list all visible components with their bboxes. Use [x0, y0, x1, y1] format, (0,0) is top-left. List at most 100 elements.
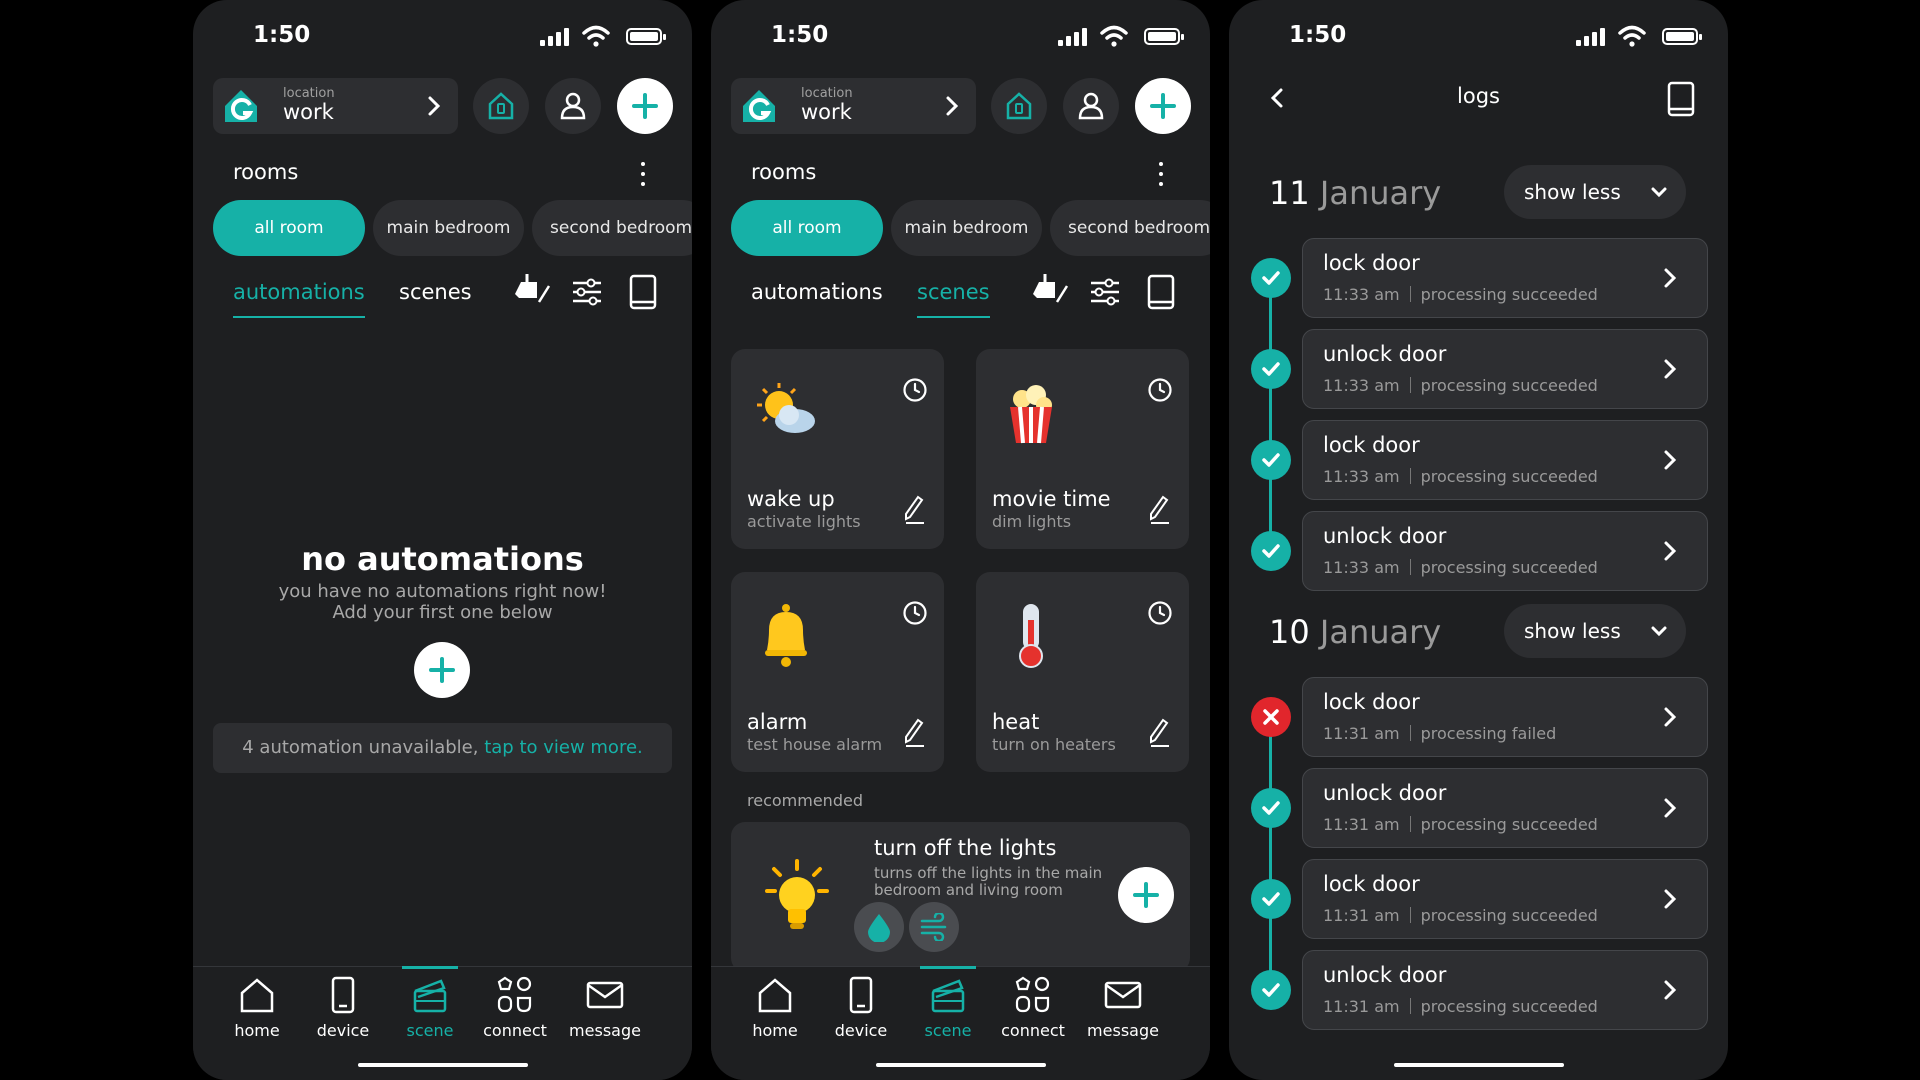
cellular-signal-icon [1058, 28, 1088, 46]
log-entry[interactable]: lock door 11:33 am processing succeeded [1302, 238, 1708, 318]
chip-second-bedroom[interactable]: second bedroom [1050, 200, 1210, 256]
log-meta: 11:33 am processing succeeded [1323, 558, 1598, 577]
edit-pen-icon[interactable] [1147, 718, 1171, 748]
nav-home[interactable]: home [730, 975, 820, 1040]
nav-message[interactable]: message [1078, 975, 1168, 1040]
page-title: logs [1457, 84, 1500, 108]
paint-brush-icon[interactable] [1029, 272, 1069, 312]
tab-automations[interactable]: automations [751, 280, 883, 304]
home-shield-button[interactable] [991, 78, 1047, 134]
more-options-icon[interactable] [639, 162, 647, 188]
cellular-signal-icon [540, 28, 570, 46]
chip-main-bedroom[interactable]: main bedroom [891, 200, 1042, 256]
edit-pen-icon[interactable] [902, 495, 926, 525]
user-profile-button[interactable] [1063, 78, 1119, 134]
edit-pen-icon[interactable] [902, 718, 926, 748]
log-entry[interactable]: unlock door 11:31 am processing succeeded [1302, 768, 1708, 848]
nav-device[interactable]: device [298, 975, 388, 1040]
add-button[interactable] [617, 78, 673, 134]
book-icon[interactable] [623, 272, 663, 312]
book-icon[interactable] [1141, 272, 1181, 312]
tab-automations[interactable]: automations [233, 280, 365, 318]
log-time: 11:31 am [1323, 815, 1400, 834]
wind-icon [920, 913, 947, 941]
log-entry[interactable]: lock door 11:33 am processing succeeded [1302, 420, 1708, 500]
tab-scenes[interactable]: scenes [399, 280, 472, 304]
home-shield-icon [1006, 92, 1032, 120]
log-entry[interactable]: unlock door 11:33 am processing succeeded [1302, 329, 1708, 409]
nav-home[interactable]: home [212, 975, 302, 1040]
nav-home-label: home [234, 1021, 280, 1040]
chip-second-bedroom[interactable]: second bedroom [532, 200, 692, 256]
scene-card-heat[interactable]: heat turn on heaters [976, 572, 1189, 772]
log-entry[interactable]: unlock door 11:31 am processing succeeded [1302, 950, 1708, 1030]
recommended-card[interactable]: turn off the lights turns off the lights… [731, 822, 1190, 972]
sliders-icon[interactable] [567, 272, 607, 312]
nav-device[interactable]: device [816, 975, 906, 1040]
scene-title: alarm [747, 710, 808, 734]
location-selector[interactable]: location work [731, 78, 976, 134]
sun-cloud-icon [757, 383, 815, 433]
log-meta: 11:31 am processing failed [1323, 724, 1556, 743]
log-time: 11:31 am [1323, 724, 1400, 743]
meta-divider [1409, 559, 1411, 575]
scene-card-movie-time[interactable]: movie time dim lights [976, 349, 1189, 549]
date-month: January [1319, 174, 1442, 212]
log-entry[interactable]: lock door 11:31 am processing succeeded [1302, 859, 1708, 939]
clock-icon[interactable] [902, 600, 928, 626]
book-icon[interactable] [1664, 80, 1698, 118]
tab-scenes[interactable]: scenes [917, 280, 990, 318]
view-more-link[interactable]: tap to view more. [484, 737, 643, 758]
nav-message-label: message [569, 1021, 641, 1040]
add-recommended-button[interactable] [1118, 867, 1174, 923]
success-check-icon [1251, 531, 1291, 571]
log-status: processing succeeded [1420, 467, 1598, 486]
scene-card-wake-up[interactable]: wake up activate lights [731, 349, 944, 549]
scene-card-alarm[interactable]: alarm test house alarm [731, 572, 944, 772]
edit-pen-icon[interactable] [1147, 495, 1171, 525]
chip-all-room[interactable]: all room [213, 200, 365, 256]
status-time: 1:50 [1289, 22, 1347, 48]
clock-icon[interactable] [1147, 377, 1173, 403]
user-profile-button[interactable] [545, 78, 601, 134]
nav-scene[interactable]: scene [385, 966, 475, 1040]
chevron-right-icon [1664, 707, 1677, 727]
date-day: 11 [1269, 174, 1310, 212]
nav-connect[interactable]: connect [470, 975, 560, 1040]
show-less-button[interactable]: show less [1504, 165, 1686, 219]
automation-device-chip [909, 902, 959, 952]
location-selector[interactable]: location work [213, 78, 458, 134]
sliders-icon[interactable] [1085, 272, 1125, 312]
paint-brush-icon[interactable] [511, 272, 551, 312]
show-less-button[interactable]: show less [1504, 604, 1686, 658]
plus-icon [429, 657, 455, 683]
nav-device-label: device [834, 1021, 888, 1040]
nav-connect[interactable]: connect [988, 975, 1078, 1040]
user-icon [560, 92, 586, 120]
log-status: processing failed [1420, 724, 1557, 743]
unavailable-notice: 4 automation unavailable, tap to view mo… [213, 723, 672, 773]
home-indicator [358, 1063, 528, 1067]
scene-subtitle: activate lights [747, 512, 861, 531]
location-label: location [283, 86, 335, 101]
nav-scene[interactable]: scene [903, 966, 993, 1040]
more-options-icon[interactable] [1157, 162, 1165, 188]
add-button[interactable] [1135, 78, 1191, 134]
log-entry[interactable]: unlock door 11:33 am processing succeeded [1302, 511, 1708, 591]
home-shield-button[interactable] [473, 78, 529, 134]
log-action: unlock door [1323, 524, 1447, 548]
app-logo-icon [225, 90, 257, 122]
nav-message[interactable]: message [560, 975, 650, 1040]
clock-icon[interactable] [902, 377, 928, 403]
log-entry[interactable]: lock door 11:31 am processing failed [1302, 677, 1708, 757]
clock-icon[interactable] [1147, 600, 1173, 626]
scene-subtitle: turn on heaters [992, 735, 1116, 754]
chip-main-bedroom[interactable]: main bedroom [373, 200, 524, 256]
empty-state-title: no automations [301, 540, 584, 578]
connect-icon [497, 976, 532, 1013]
user-icon [1078, 92, 1104, 120]
log-status: processing succeeded [1420, 558, 1598, 577]
chevron-right-icon [1664, 980, 1677, 1000]
chip-all-room[interactable]: all room [731, 200, 883, 256]
add-automation-button[interactable] [414, 642, 470, 698]
